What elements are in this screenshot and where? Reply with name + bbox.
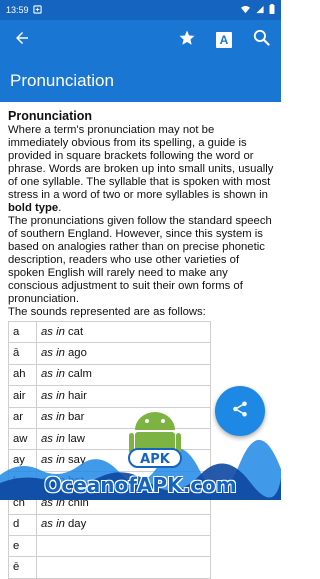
table-row: e (8, 534, 211, 558)
as-in-label: as in (41, 518, 65, 531)
table-row: a as in cat (8, 320, 211, 344)
bold-type-text: bold type (8, 202, 59, 214)
font-size-icon: A (216, 32, 232, 48)
as-in-label: as in (41, 496, 65, 509)
sound-example: chin (68, 496, 89, 509)
sound-symbol: ah (8, 363, 37, 387)
sound-symbol: ay (8, 449, 37, 472)
sound-example: ago (68, 347, 87, 360)
sound-example-cell: as in say (36, 449, 211, 472)
favorite-button[interactable] (167, 20, 207, 60)
as-in-label: as in (41, 432, 65, 445)
table-row: ah as in calm (8, 363, 211, 387)
signal-icon (255, 5, 265, 16)
sound-example-cell: as in calm (36, 363, 211, 387)
sound-example-cell: as in cat (36, 320, 211, 344)
sound-example: hair (68, 389, 87, 402)
sound-example: cat (68, 325, 84, 338)
as-in-label: as in (41, 389, 65, 402)
arrow-left-icon (13, 29, 31, 52)
article-paragraph-3: The sounds represented are as follows: (8, 306, 206, 318)
sound-example-cell: as in day (36, 513, 211, 536)
sound-example-cell (36, 556, 211, 579)
status-bar: 13:59 (0, 0, 281, 20)
article-heading: Pronunciation (8, 109, 93, 123)
table-row: air as in hair (8, 385, 211, 408)
sound-example-cell: as in hair (36, 385, 211, 408)
sound-example-cell: as in ago (36, 342, 211, 365)
sound-symbol: ē (8, 556, 37, 579)
sound-symbol: air (8, 385, 37, 408)
page-title-bar: Pronunciation (0, 60, 281, 102)
share-icon (231, 400, 249, 423)
sound-example-cell: as in bar (36, 406, 211, 429)
search-icon (252, 28, 271, 52)
sound-example: law (68, 432, 85, 445)
watermark-text: OceanofAPK.com (44, 473, 237, 497)
back-button[interactable] (2, 20, 42, 60)
status-time: 13:59 (6, 5, 29, 15)
as-in-label: as in (41, 411, 65, 424)
article-paragraph-2: The pronunciations given follow the stan… (8, 215, 272, 305)
sound-symbol: e (8, 534, 37, 558)
as-in-label: as in (41, 454, 65, 467)
table-row: ar as in bar (8, 406, 211, 429)
sound-example-cell (36, 534, 211, 558)
search-button[interactable] (241, 20, 281, 60)
article-paragraph-1: Where a term's pronunciation may not be … (8, 124, 274, 214)
star-icon (178, 29, 196, 52)
page-title: Pronunciation (10, 71, 114, 90)
notification-icon (32, 4, 42, 16)
sound-example-cell: as in law (36, 427, 211, 451)
battery-icon (269, 4, 275, 16)
table-row: ā as in ago (8, 342, 211, 365)
wifi-icon (240, 5, 251, 16)
sound-example: bar (68, 411, 85, 424)
sound-symbol: aw (8, 427, 37, 451)
sounds-table: a as in cat ā as in ago ah as in calm air as in… (8, 320, 211, 579)
font-size-button[interactable]: A (204, 20, 244, 60)
table-row: d as in day (8, 513, 211, 536)
sound-example: say (68, 454, 86, 467)
table-row: aw as in law (8, 427, 211, 451)
sound-symbol: ā (8, 342, 37, 365)
share-button[interactable] (215, 386, 265, 436)
sound-symbol: ar (8, 406, 37, 429)
sound-symbol: a (8, 320, 37, 344)
as-in-label: as in (41, 347, 65, 360)
sound-example: calm (68, 368, 92, 381)
sound-symbol: d (8, 513, 37, 536)
article-content: Pronunciation Where a term's pronunciati… (8, 110, 274, 579)
table-row: ē (8, 556, 211, 579)
as-in-label: as in (41, 325, 65, 338)
table-row: ay as in say (8, 449, 211, 472)
sound-example: day (68, 518, 87, 531)
as-in-label: as in (41, 368, 65, 381)
